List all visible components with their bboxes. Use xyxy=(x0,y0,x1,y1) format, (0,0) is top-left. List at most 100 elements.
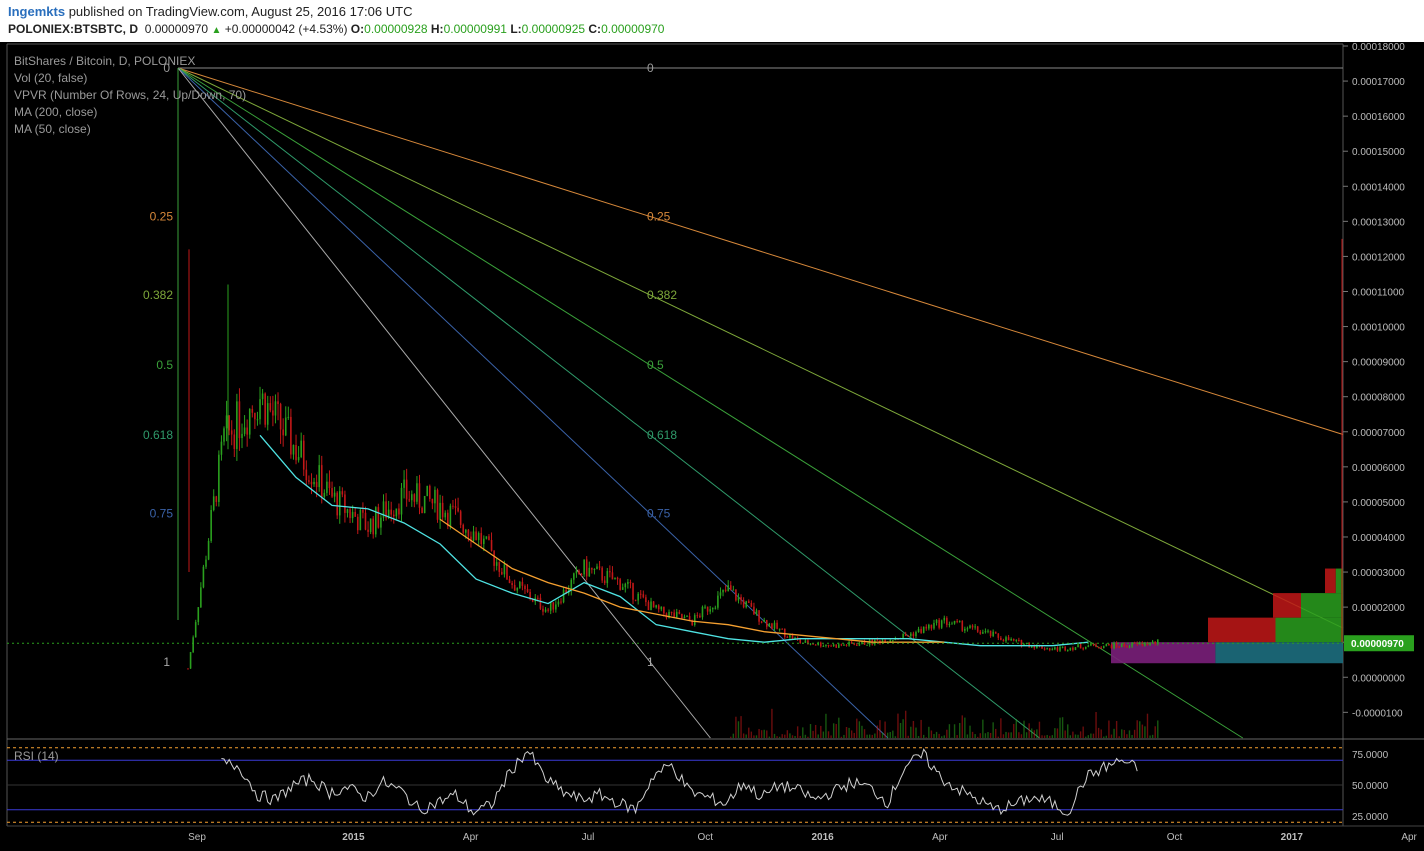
candle-body xyxy=(902,633,904,638)
price-tick-label: 0.00018000 xyxy=(1352,42,1405,53)
low-value: 0.00000925 xyxy=(521,22,586,36)
candle-body xyxy=(472,531,475,541)
candle-body xyxy=(549,602,552,611)
volume-bar xyxy=(1036,729,1038,738)
candle-body xyxy=(331,488,333,497)
candle-body xyxy=(194,622,197,638)
rsi-tick-label: 75.0000 xyxy=(1352,750,1389,761)
volume-bar xyxy=(935,731,938,738)
candle-body xyxy=(688,616,691,621)
candle-body xyxy=(776,622,778,629)
volume-bar xyxy=(1051,735,1054,738)
volume-bar xyxy=(1015,719,1017,738)
volume-bar xyxy=(1085,736,1087,738)
candle-body xyxy=(264,393,266,425)
volume-bar xyxy=(804,734,807,738)
volume-bar xyxy=(925,737,927,738)
up-triangle-icon: ▲ xyxy=(211,25,222,36)
low-label: L: xyxy=(510,22,522,36)
candle-body xyxy=(645,597,647,603)
candle-body xyxy=(1128,646,1131,648)
candle-body xyxy=(598,566,601,568)
candle-body xyxy=(915,632,917,637)
chart-canvas[interactable]: 0.00018000 0.00017000 0.00016000 0.00015000… xyxy=(0,42,1424,851)
candle-body xyxy=(1007,637,1010,641)
volume-bar xyxy=(1067,724,1069,738)
chart-background xyxy=(0,42,1424,851)
volume-bar xyxy=(902,719,904,738)
volume-bar xyxy=(866,734,868,738)
volume-bar xyxy=(796,726,799,738)
candle-body xyxy=(390,509,393,515)
candle-body xyxy=(889,640,892,642)
candle-body xyxy=(207,540,210,560)
candle-body xyxy=(418,483,421,508)
fan-label-right: 0.382 xyxy=(647,288,677,302)
candle-body xyxy=(547,609,549,611)
candle-body xyxy=(835,644,838,648)
candle-body xyxy=(956,620,958,622)
volume-bar xyxy=(830,735,832,738)
candle-body xyxy=(750,602,753,607)
candle-body xyxy=(555,604,557,610)
volume-bar xyxy=(737,721,740,738)
volume-bar xyxy=(835,723,837,738)
volume-bar xyxy=(894,736,897,738)
volume-bar xyxy=(910,726,912,738)
volume-bar xyxy=(802,727,804,738)
candle-body xyxy=(297,457,300,461)
candle-body xyxy=(735,589,737,601)
candle-body xyxy=(742,600,745,608)
candle-body xyxy=(483,538,485,545)
volume-bar xyxy=(953,724,956,738)
legend-ma50: MA (50, close) xyxy=(14,122,91,136)
author-link[interactable]: Ingemkts xyxy=(8,4,65,19)
volume-bar xyxy=(943,735,945,738)
last-price: 0.00000970 xyxy=(144,22,209,36)
volume-bar xyxy=(1082,726,1084,738)
volume-bar xyxy=(753,735,755,738)
candle-body xyxy=(1123,644,1126,647)
candle-body xyxy=(485,536,488,539)
candle-body xyxy=(544,609,547,612)
volume-bar xyxy=(791,735,794,738)
candle-body xyxy=(843,644,845,646)
volume-bar xyxy=(1087,735,1090,738)
volume-bar xyxy=(848,727,850,738)
candle-body xyxy=(624,583,627,588)
volume-bar xyxy=(1092,733,1095,738)
open-label: O: xyxy=(350,22,365,36)
volume-bar xyxy=(868,734,871,738)
volume-bar xyxy=(886,732,889,738)
candle-body xyxy=(1105,644,1108,647)
volume-bar xyxy=(1028,723,1030,738)
volume-bar xyxy=(1005,731,1007,738)
candle-body xyxy=(449,505,452,527)
time-tick-label: Apr xyxy=(1401,832,1417,843)
candle-body xyxy=(827,644,830,646)
candle-body xyxy=(1100,647,1102,649)
candle-body xyxy=(282,429,284,436)
candle-body xyxy=(1095,644,1097,647)
candle-body xyxy=(1154,641,1157,644)
candle-body xyxy=(609,571,611,573)
volume-bar xyxy=(778,736,781,738)
volume-bar xyxy=(794,735,796,738)
candle-body xyxy=(292,444,295,455)
candle-body xyxy=(1072,647,1074,650)
candle-body xyxy=(498,562,501,572)
price-tick-label: 0.00008000 xyxy=(1352,393,1405,404)
candle-body xyxy=(696,615,699,617)
candle-body xyxy=(858,643,861,646)
candle-body xyxy=(693,615,696,626)
candle-body xyxy=(791,634,794,640)
volume-bar xyxy=(884,721,886,738)
volume-bar xyxy=(1115,720,1118,738)
candle-body xyxy=(732,589,735,591)
candle-body xyxy=(804,640,807,643)
volume-bar xyxy=(1103,736,1105,738)
volume-bar xyxy=(1110,734,1113,738)
candle-body xyxy=(946,617,948,625)
candle-body xyxy=(1012,638,1015,641)
candle-body xyxy=(526,589,529,592)
